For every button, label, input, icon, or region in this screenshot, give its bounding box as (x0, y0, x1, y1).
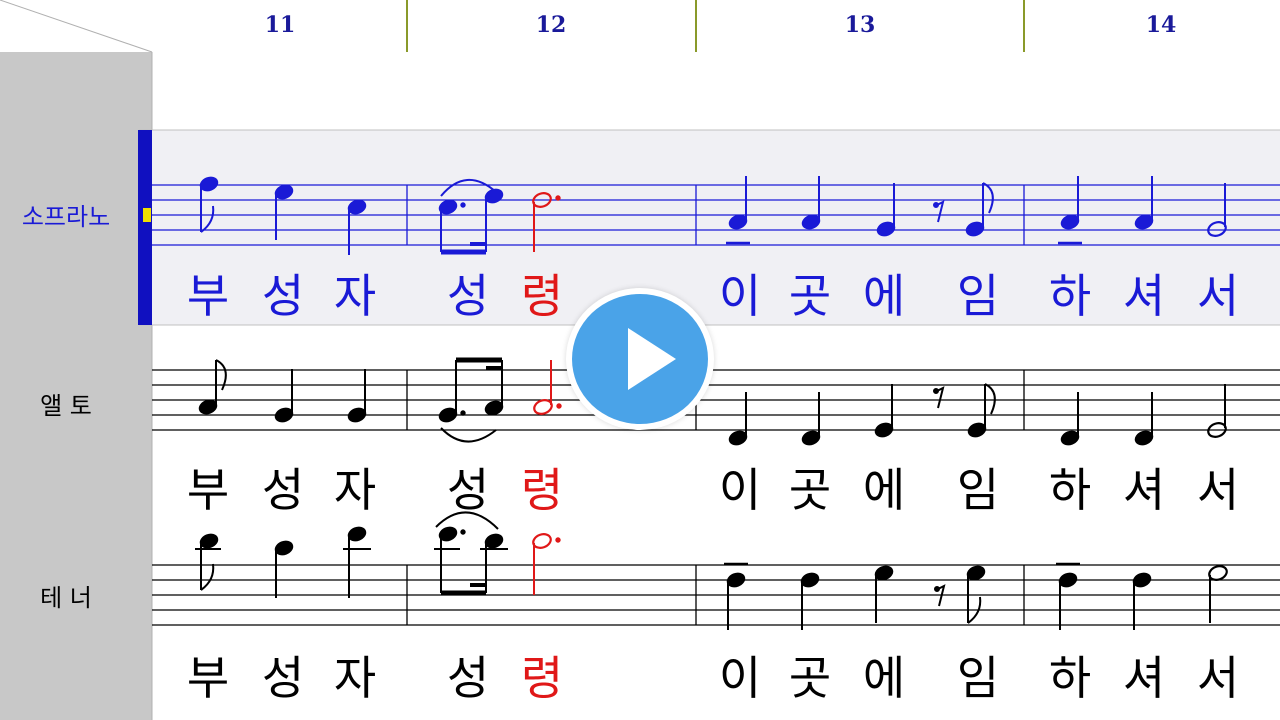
note[interactable] (195, 532, 221, 591)
lyric-syllable: 에 (863, 651, 905, 705)
play-button[interactable] (566, 288, 714, 430)
measure-number: 12 (536, 12, 567, 38)
lyric-syllable: 이 (719, 651, 761, 705)
measure-number: 11 (265, 12, 296, 38)
part-name-panel (0, 0, 153, 720)
note[interactable] (873, 564, 894, 623)
note[interactable] (1207, 564, 1228, 623)
lyrics-tenor: 부성자성령이곳에임하셔서 (187, 651, 1239, 705)
lyrics-alto: 부성자성령이곳에임하셔서 (187, 463, 1239, 517)
eighth-rest (934, 584, 946, 607)
part-name-alto[interactable]: 앨 토 (40, 392, 92, 420)
lyric-syllable: 성 (262, 269, 304, 323)
part-name-soprano[interactable]: 소프라노 (22, 203, 110, 231)
lyric-syllable: 임 (957, 463, 999, 517)
lyric-syllable: 서 (1197, 651, 1239, 705)
note[interactable] (197, 359, 227, 416)
lyric-syllable: 셔 (1123, 463, 1165, 517)
lyric-syllable: 부 (187, 463, 229, 517)
lyric-syllable: 하 (1049, 269, 1091, 323)
measure-number: 14 (1146, 12, 1177, 38)
note[interactable] (1206, 384, 1227, 439)
current-note[interactable] (532, 360, 562, 416)
note[interactable] (966, 383, 996, 439)
lyric-syllable: 자 (334, 463, 376, 517)
note[interactable] (273, 539, 294, 598)
lyric-syllable: 자 (334, 651, 376, 705)
lyric-syllable-current: 령 (521, 651, 563, 705)
note[interactable] (1131, 571, 1152, 630)
lyric-syllable: 에 (863, 463, 905, 517)
note[interactable] (724, 562, 748, 630)
note[interactable] (273, 369, 294, 424)
lyric-syllable: 성 (262, 463, 304, 517)
note[interactable] (1056, 562, 1080, 630)
note[interactable] (434, 511, 508, 596)
lyric-syllable: 서 (1197, 463, 1239, 517)
note[interactable] (343, 525, 371, 598)
lyric-syllable: 셔 (1123, 269, 1165, 323)
lyric-syllable-current: 령 (521, 463, 563, 517)
staff-alto (152, 357, 1280, 446)
cursor-marker (143, 208, 151, 222)
note[interactable] (965, 564, 986, 624)
lyric-syllable: 성 (447, 269, 489, 323)
play-icon (628, 328, 676, 390)
staff-tenor (152, 511, 1280, 630)
lyric-syllable: 곳 (789, 269, 831, 323)
lyric-syllable: 임 (957, 269, 999, 323)
current-note[interactable] (531, 532, 561, 595)
lyric-syllable: 부 (187, 651, 229, 705)
lyric-syllable: 임 (957, 651, 999, 705)
part-cursor-bar (138, 130, 152, 325)
note[interactable] (873, 384, 894, 439)
lyric-syllable-current: 령 (521, 269, 563, 323)
measure-header: 11 12 13 14 (0, 0, 1280, 52)
lyric-syllable: 부 (187, 269, 229, 323)
lyric-syllable: 서 (1197, 269, 1239, 323)
lyric-syllable: 곳 (789, 463, 831, 517)
lyric-syllable: 에 (863, 269, 905, 323)
lyric-syllable: 성 (447, 463, 489, 517)
lyric-syllable: 하 (1049, 463, 1091, 517)
measure-number: 13 (845, 12, 876, 38)
lyric-syllable: 성 (447, 651, 489, 705)
eighth-rest (933, 386, 945, 409)
active-part-band (139, 130, 1280, 325)
note[interactable] (799, 571, 820, 630)
lyric-syllable: 셔 (1123, 651, 1165, 705)
lyric-syllable: 곳 (789, 651, 831, 705)
part-name-tenor[interactable]: 테 너 (40, 584, 92, 612)
lyric-syllable: 자 (334, 269, 376, 323)
lyric-syllable: 성 (262, 651, 304, 705)
note[interactable] (437, 357, 504, 443)
lyric-syllable: 하 (1049, 651, 1091, 705)
lyric-syllable: 이 (719, 269, 761, 323)
lyric-syllable: 이 (719, 463, 761, 517)
note[interactable] (346, 369, 367, 424)
